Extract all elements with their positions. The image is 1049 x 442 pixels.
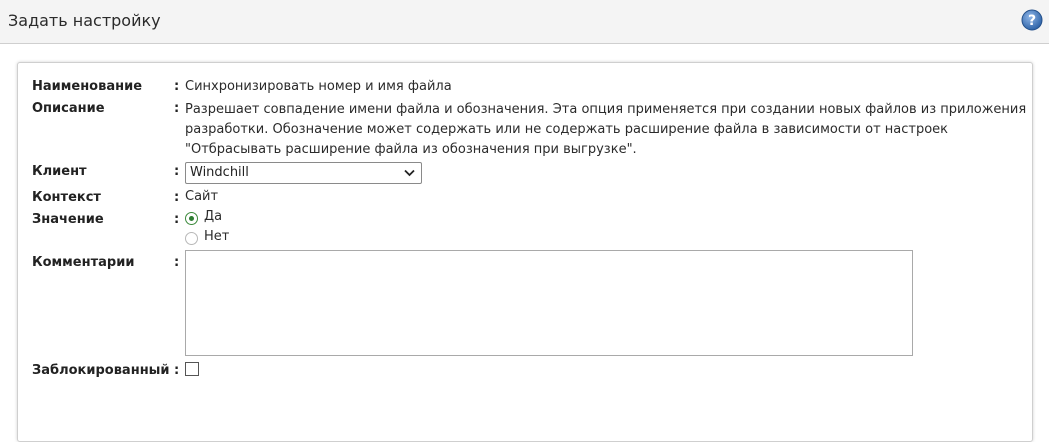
context-colon: : — [174, 190, 180, 205]
value-label: Значение — [32, 212, 104, 227]
client-colon: : — [174, 164, 180, 179]
svg-text:?: ? — [1028, 13, 1036, 29]
context-value: Сайт — [185, 189, 219, 204]
page-title: Задать настройку — [8, 11, 161, 30]
description-value: Разрешает совпадение имени файла и обозн… — [185, 102, 1027, 157]
radio-yes-label[interactable]: Да — [204, 209, 222, 224]
context-label: Контекст — [32, 190, 101, 205]
locked-colon: : — [174, 363, 180, 378]
help-icon[interactable]: ? — [1021, 9, 1043, 31]
locked-checkbox[interactable] — [185, 362, 199, 376]
comments-textarea[interactable] — [185, 250, 913, 356]
name-label: Наименование — [32, 79, 143, 94]
description-label: Описание — [32, 101, 105, 116]
client-label: Клиент — [32, 164, 87, 179]
locked-label: Заблокированный — [32, 363, 170, 378]
radio-no[interactable] — [185, 232, 198, 245]
client-select-value: Windchill — [190, 165, 249, 180]
chevron-down-icon — [404, 169, 415, 177]
name-colon: : — [174, 79, 180, 94]
name-value: Синхронизировать номер и имя файла — [185, 79, 452, 94]
comments-label: Комментарии — [32, 255, 135, 270]
comments-colon: : — [174, 255, 180, 270]
client-select[interactable]: Windchill — [185, 162, 422, 184]
description-colon: : — [174, 101, 180, 116]
value-colon: : — [174, 212, 180, 227]
radio-yes[interactable] — [185, 212, 198, 225]
dialog-header: Задать настройку ? — [0, 0, 1049, 44]
radio-no-label[interactable]: Нет — [204, 229, 229, 244]
